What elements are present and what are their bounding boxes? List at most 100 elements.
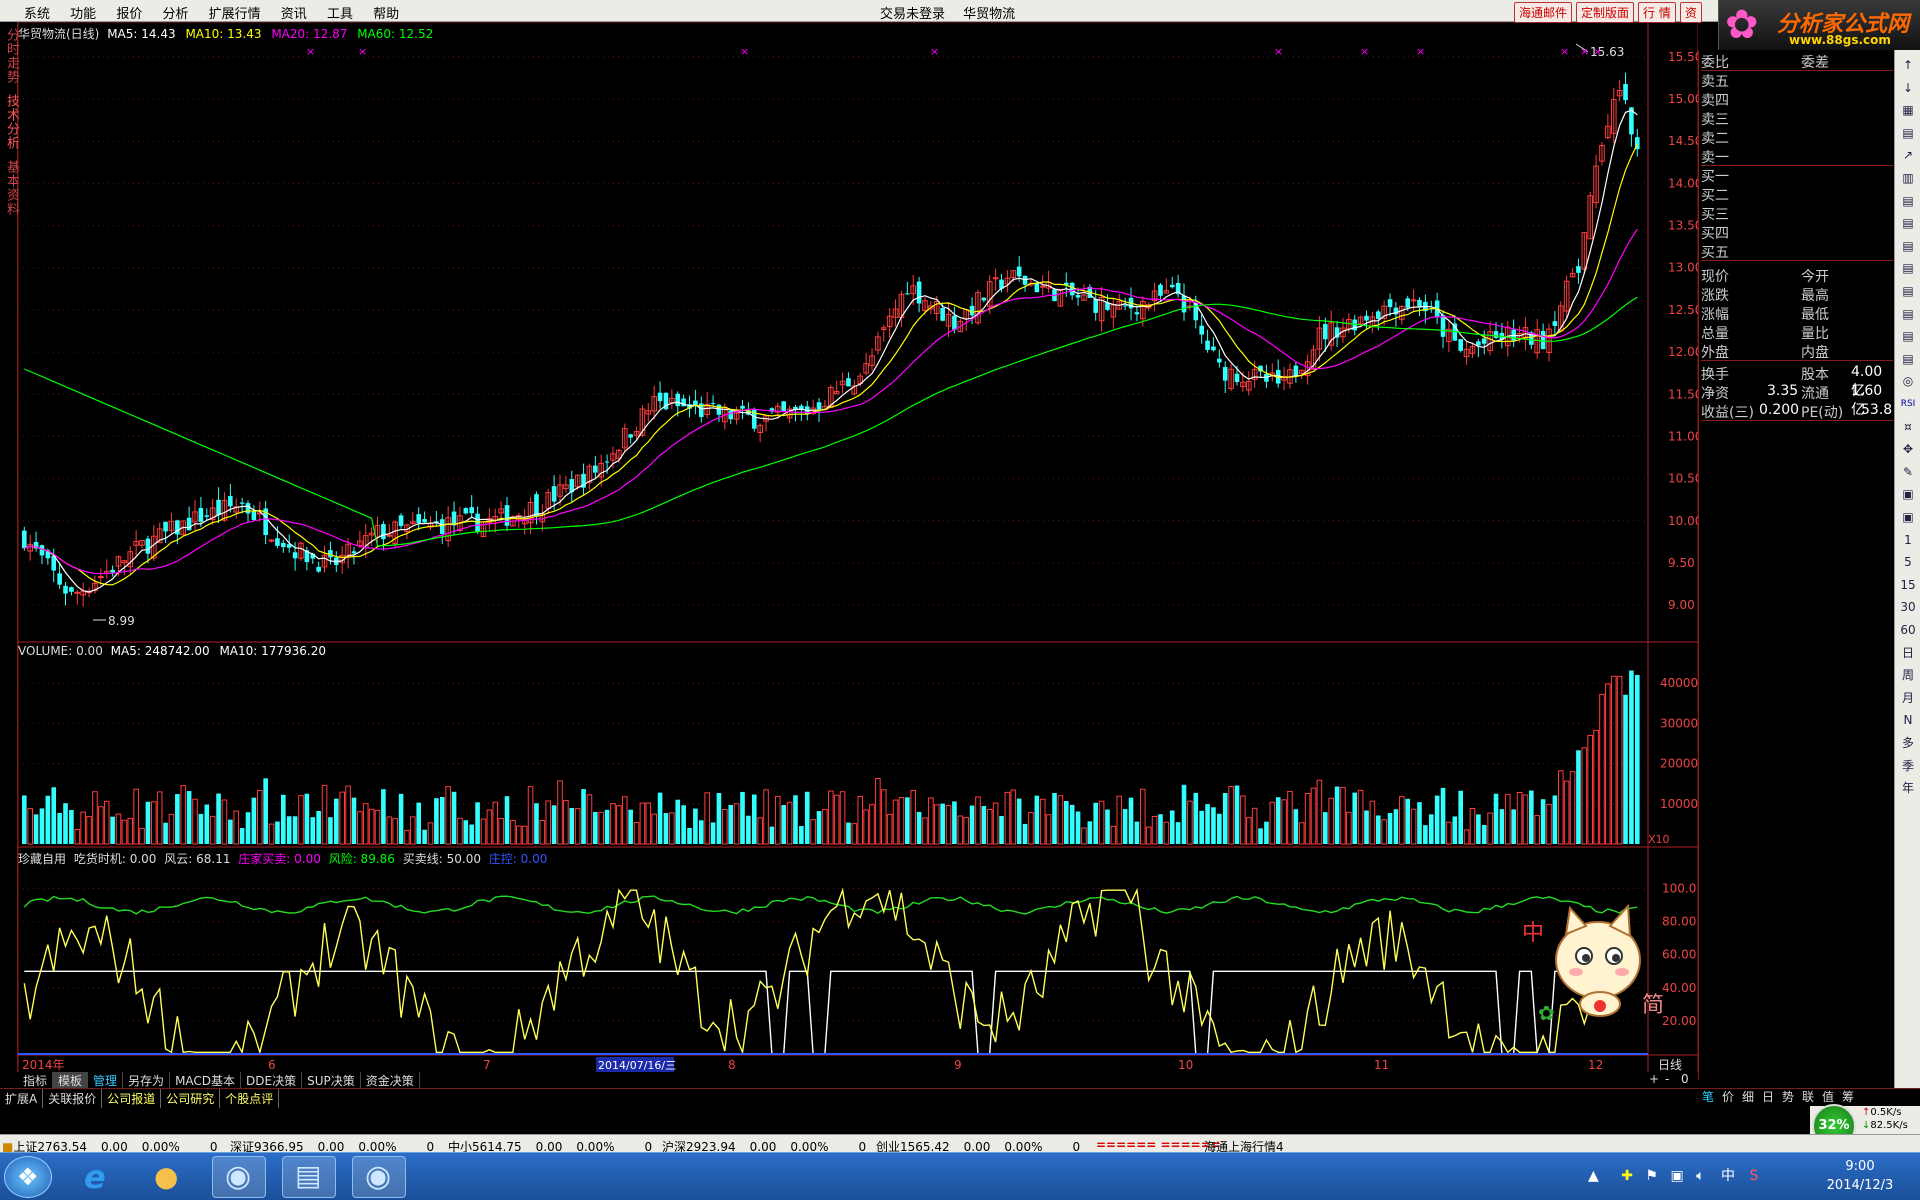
candle-body xyxy=(593,465,598,473)
start-button[interactable]: ❖ xyxy=(4,1156,52,1198)
menu-tools[interactable]: 工具 xyxy=(319,0,361,22)
tab-fund[interactable]: 资金决策 xyxy=(361,1072,420,1089)
toolbar-button[interactable]: ▥ xyxy=(1897,169,1919,187)
toolbar-button[interactable]: ▦ xyxy=(1897,101,1919,119)
toolbar-button[interactable]: 1 xyxy=(1897,531,1919,549)
market-button[interactable]: 行 情 xyxy=(1638,2,1676,23)
tab-ext-a[interactable]: 扩展A xyxy=(0,1089,44,1108)
toolbar-button[interactable]: 周 xyxy=(1897,666,1919,684)
tab-macd[interactable]: MACD基本 xyxy=(170,1072,242,1089)
volume-icon[interactable]: 🔈︎ xyxy=(1696,1168,1704,1184)
toolbar-button[interactable]: ▣ xyxy=(1897,485,1919,503)
tab-save-as[interactable]: 另存为 xyxy=(123,1072,171,1089)
volume-bar xyxy=(863,809,869,845)
tab-related[interactable]: 关联报价 xyxy=(43,1089,103,1108)
tab-manage[interactable]: 管理 xyxy=(88,1072,124,1089)
toolbar-button[interactable]: ▤ xyxy=(1897,259,1919,277)
tab-chip[interactable]: 筹 xyxy=(1838,1088,1858,1105)
candle-body xyxy=(816,402,822,410)
toolbar-button[interactable]: ▤ xyxy=(1897,214,1919,232)
toolbar-button[interactable]: ▤ xyxy=(1897,327,1919,345)
tab-value[interactable]: 值 xyxy=(1818,1088,1838,1105)
tray-app-icon[interactable]: ✚ xyxy=(1621,1168,1633,1184)
left-tab-strip: 分时走势 技术分析 基本资料 xyxy=(0,22,19,1072)
toolbar-button[interactable]: ▤ xyxy=(1897,282,1919,300)
tab-trend[interactable]: 势 xyxy=(1778,1088,1798,1105)
toolbar-button[interactable]: 60 xyxy=(1897,621,1919,639)
custom-layout-button[interactable]: 定制版面 xyxy=(1576,2,1635,23)
zoom-reset-button[interactable]: 0 xyxy=(1676,1072,1694,1086)
tray-expand-icon[interactable]: ▲ xyxy=(1588,1168,1599,1184)
menu-analysis[interactable]: 分析 xyxy=(154,0,196,22)
chart-area[interactable]: 15.50 15.00 14.50 14.00 13.50 13.00 12.50 12.00… xyxy=(18,22,1698,1080)
menu-system[interactable]: 系统 xyxy=(16,0,58,22)
tab-bi[interactable]: 笔 xyxy=(1698,1088,1718,1105)
network-icon[interactable]: ▣ xyxy=(1670,1168,1683,1184)
tab-sup[interactable]: SUP决策 xyxy=(302,1072,361,1089)
tab-detail[interactable]: 细 xyxy=(1738,1088,1758,1105)
paint-button[interactable]: ● xyxy=(142,1156,196,1198)
app1-button[interactable]: ◉ xyxy=(212,1156,266,1198)
candle-body xyxy=(940,308,945,321)
toolbar-button[interactable]: ▤ xyxy=(1897,192,1919,210)
toolbar-button[interactable]: ↑ xyxy=(1897,56,1919,74)
tab-stock-comment[interactable]: 个股点评 xyxy=(220,1089,280,1108)
menu-extended[interactable]: 扩展行情 xyxy=(201,0,269,22)
toolbar-button[interactable]: 15 xyxy=(1897,576,1919,594)
toolbar-button[interactable]: ✎ xyxy=(1897,463,1919,481)
toolbar-button[interactable]: 月 xyxy=(1897,689,1919,707)
toolbar-button[interactable]: 日 xyxy=(1897,644,1919,662)
menu-function[interactable]: 功能 xyxy=(62,0,104,22)
toolbar-button[interactable]: ◎ xyxy=(1897,372,1919,390)
antivirus-icon[interactable]: S xyxy=(1749,1168,1758,1184)
tab-link[interactable]: 联 xyxy=(1798,1088,1818,1105)
volume-bar xyxy=(945,805,952,845)
info-button[interactable]: 资 xyxy=(1679,2,1702,23)
menu-quote[interactable]: 报价 xyxy=(108,0,150,22)
app2-button[interactable]: ▤ xyxy=(282,1156,336,1198)
menu-info[interactable]: 资讯 xyxy=(273,0,315,22)
toolbar-button[interactable]: ¤ xyxy=(1897,418,1919,436)
toolbar-button[interactable]: ▤ xyxy=(1897,350,1919,368)
ie-button[interactable]: e xyxy=(72,1156,126,1198)
tab-template[interactable]: 模板 xyxy=(53,1072,89,1089)
toolbar-button[interactable]: RSI xyxy=(1897,395,1919,413)
toolbar-button[interactable]: ▤ xyxy=(1897,124,1919,142)
ime-indicator[interactable]: 中 xyxy=(1721,1168,1735,1184)
zoom-out-button[interactable]: - xyxy=(1660,1072,1674,1086)
volume-bar xyxy=(121,819,128,845)
tab-intraday[interactable]: 分时走势 xyxy=(0,28,19,84)
clock[interactable]: 9:00 2014/12/3 xyxy=(1805,1157,1915,1195)
toolbar-button[interactable]: ▤ xyxy=(1897,305,1919,323)
tab-day[interactable]: 日 xyxy=(1758,1088,1778,1105)
toolbar-button[interactable]: N xyxy=(1897,711,1919,729)
toolbar-button[interactable]: 多 xyxy=(1897,734,1919,752)
flag-icon[interactable]: ⚑ xyxy=(1645,1168,1658,1184)
toolbar-button[interactable]: ✥ xyxy=(1897,440,1919,458)
toolbar-button[interactable]: 年 xyxy=(1897,779,1919,797)
mail-button[interactable]: 海通邮件 xyxy=(1514,2,1573,23)
volume-bar xyxy=(539,819,546,845)
toolbar-button[interactable]: 30 xyxy=(1897,598,1919,616)
volume-bar xyxy=(992,802,999,845)
volume-bar xyxy=(1264,821,1269,844)
volume-bar xyxy=(851,823,858,845)
tab-company-research[interactable]: 公司研究 xyxy=(161,1089,221,1108)
tab-dde[interactable]: DDE决策 xyxy=(241,1072,303,1089)
app3-button[interactable]: ◉ xyxy=(352,1156,406,1198)
tab-price[interactable]: 价 xyxy=(1718,1088,1738,1105)
toolbar-button[interactable]: ↗ xyxy=(1897,146,1919,164)
tab-indicator[interactable]: 指标 xyxy=(18,1072,54,1089)
chart-canvas[interactable]: 15.50 15.00 14.50 14.00 13.50 13.00 12.50 12.00… xyxy=(18,22,1698,1080)
volume-bar xyxy=(740,791,745,844)
toolbar-button[interactable]: ▤ xyxy=(1897,237,1919,255)
toolbar-button[interactable]: ↓ xyxy=(1897,79,1919,97)
tab-technical[interactable]: 技术分析 xyxy=(0,94,19,150)
toolbar-button[interactable]: ▣ xyxy=(1897,508,1919,526)
tab-company-report[interactable]: 公司报道 xyxy=(102,1089,162,1108)
toolbar-button[interactable]: 5 xyxy=(1897,553,1919,571)
volume-bar xyxy=(451,791,457,844)
menu-help[interactable]: 帮助 xyxy=(365,0,407,22)
toolbar-button[interactable]: 季 xyxy=(1897,757,1919,775)
tab-fundamental[interactable]: 基本资料 xyxy=(0,160,19,216)
